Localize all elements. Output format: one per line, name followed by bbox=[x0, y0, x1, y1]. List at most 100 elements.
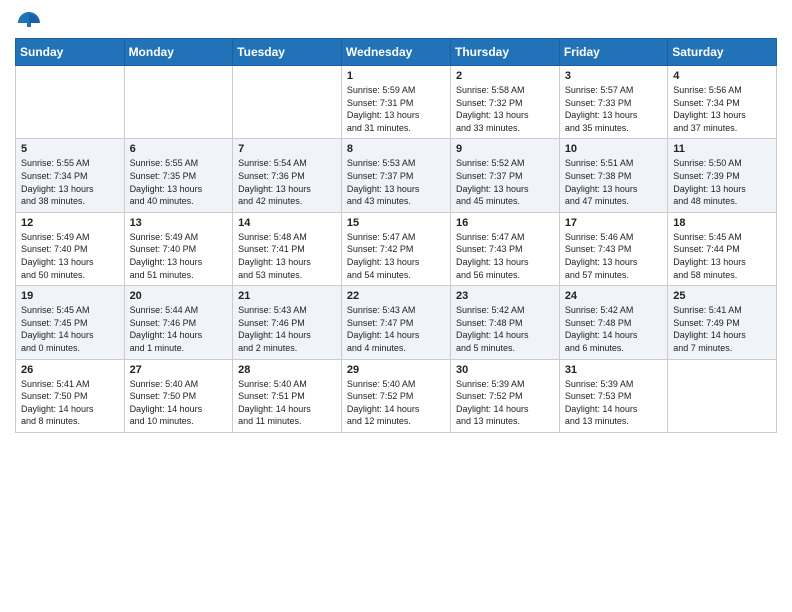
calendar-week-row: 12 Sunrise: 5:49 AM Sunset: 7:40 PM Dayli… bbox=[16, 212, 777, 285]
day-info: Sunrise: 5:41 AM Sunset: 7:49 PM Dayligh… bbox=[673, 304, 771, 354]
day-info: Sunrise: 5:59 AM Sunset: 7:31 PM Dayligh… bbox=[347, 84, 445, 134]
day-info: Sunrise: 5:41 AM Sunset: 7:50 PM Dayligh… bbox=[21, 378, 119, 428]
day-number: 18 bbox=[673, 217, 771, 229]
empty-day-cell bbox=[124, 66, 233, 139]
day-info: Sunrise: 5:54 AM Sunset: 7:36 PM Dayligh… bbox=[238, 157, 336, 207]
day-number: 21 bbox=[238, 290, 336, 302]
empty-day-cell bbox=[233, 66, 342, 139]
calendar-day-cell: 6Sunrise: 5:55 AM Sunset: 7:35 PM Daylig… bbox=[124, 139, 233, 212]
day-info: Sunrise: 5:40 AM Sunset: 7:50 PM Dayligh… bbox=[130, 378, 228, 428]
day-number: 9 bbox=[456, 143, 554, 155]
calendar-day-cell: 25 Sunrise: 5:41 AM Sunset: 7:49 PM Dayli… bbox=[668, 286, 777, 359]
calendar-day-cell: 17 Sunrise: 5:46 AM Sunset: 7:43 PM Dayli… bbox=[559, 212, 667, 285]
calendar-day-cell: 15 Sunrise: 5:47 AM Sunset: 7:42 PM Dayli… bbox=[341, 212, 450, 285]
day-info: Sunrise: 5:44 AM Sunset: 7:46 PM Dayligh… bbox=[130, 304, 228, 354]
calendar-day-cell: 5 Sunrise: 5:55 AM Sunset: 7:34 PM Daylig… bbox=[16, 139, 125, 212]
day-info: Sunrise: 5:43 AM Sunset: 7:46 PM Dayligh… bbox=[238, 304, 336, 354]
day-number: 26 bbox=[21, 364, 119, 376]
day-number: 12 bbox=[21, 217, 119, 229]
day-number: 4 bbox=[673, 70, 771, 82]
day-header-monday: Monday bbox=[124, 39, 233, 66]
calendar-day-cell: 11 Sunrise: 5:50 AM Sunset: 7:39 PM Dayli… bbox=[668, 139, 777, 212]
day-header-saturday: Saturday bbox=[668, 39, 777, 66]
day-header-thursday: Thursday bbox=[450, 39, 559, 66]
day-number: 17 bbox=[565, 217, 662, 229]
day-info: Sunrise: 5:43 AM Sunset: 7:47 PM Dayligh… bbox=[347, 304, 445, 354]
calendar-week-row: 1 Sunrise: 5:59 AM Sunset: 7:31 PM Daylig… bbox=[16, 66, 777, 139]
calendar-week-row: 5 Sunrise: 5:55 AM Sunset: 7:34 PM Daylig… bbox=[16, 139, 777, 212]
day-info: Sunrise: 5:40 AM Sunset: 7:51 PM Dayligh… bbox=[238, 378, 336, 428]
day-number: 1 bbox=[347, 70, 445, 82]
calendar-day-cell: 24Sunrise: 5:42 AM Sunset: 7:48 PM Dayli… bbox=[559, 286, 667, 359]
day-info: Sunrise: 5:51 AM Sunset: 7:38 PM Dayligh… bbox=[565, 157, 662, 207]
day-number: 30 bbox=[456, 364, 554, 376]
calendar-day-cell: 9 Sunrise: 5:52 AM Sunset: 7:37 PM Daylig… bbox=[450, 139, 559, 212]
day-info: Sunrise: 5:42 AM Sunset: 7:48 PM Dayligh… bbox=[456, 304, 554, 354]
day-number: 13 bbox=[130, 217, 228, 229]
calendar-day-cell: 31 Sunrise: 5:39 AM Sunset: 7:53 PM Dayli… bbox=[559, 359, 667, 432]
calendar-day-cell: 28 Sunrise: 5:40 AM Sunset: 7:51 PM Dayli… bbox=[233, 359, 342, 432]
day-info: Sunrise: 5:50 AM Sunset: 7:39 PM Dayligh… bbox=[673, 157, 771, 207]
page-header bbox=[15, 10, 777, 30]
calendar-day-cell: 4 Sunrise: 5:56 AM Sunset: 7:34 PM Daylig… bbox=[668, 66, 777, 139]
day-info: Sunrise: 5:45 AM Sunset: 7:44 PM Dayligh… bbox=[673, 231, 771, 281]
day-info: Sunrise: 5:56 AM Sunset: 7:34 PM Dayligh… bbox=[673, 84, 771, 134]
day-info: Sunrise: 5:47 AM Sunset: 7:42 PM Dayligh… bbox=[347, 231, 445, 281]
calendar-day-cell: 19Sunrise: 5:45 AM Sunset: 7:45 PM Dayli… bbox=[16, 286, 125, 359]
day-number: 7 bbox=[238, 143, 336, 155]
calendar-table: SundayMondayTuesdayWednesdayThursdayFrid… bbox=[15, 38, 777, 433]
empty-day-cell bbox=[16, 66, 125, 139]
day-number: 29 bbox=[347, 364, 445, 376]
day-info: Sunrise: 5:39 AM Sunset: 7:53 PM Dayligh… bbox=[565, 378, 662, 428]
day-number: 6 bbox=[130, 143, 228, 155]
day-info: Sunrise: 5:57 AM Sunset: 7:33 PM Dayligh… bbox=[565, 84, 662, 134]
day-number: 5 bbox=[21, 143, 119, 155]
calendar-day-cell: 21 Sunrise: 5:43 AM Sunset: 7:46 PM Dayli… bbox=[233, 286, 342, 359]
day-info: Sunrise: 5:55 AM Sunset: 7:34 PM Dayligh… bbox=[21, 157, 119, 207]
day-number: 10 bbox=[565, 143, 662, 155]
calendar-day-cell: 12 Sunrise: 5:49 AM Sunset: 7:40 PM Dayli… bbox=[16, 212, 125, 285]
day-number: 3 bbox=[565, 70, 662, 82]
calendar-day-cell: 1 Sunrise: 5:59 AM Sunset: 7:31 PM Daylig… bbox=[341, 66, 450, 139]
day-number: 15 bbox=[347, 217, 445, 229]
day-info: Sunrise: 5:52 AM Sunset: 7:37 PM Dayligh… bbox=[456, 157, 554, 207]
calendar-day-cell: 26 Sunrise: 5:41 AM Sunset: 7:50 PM Dayli… bbox=[16, 359, 125, 432]
day-number: 11 bbox=[673, 143, 771, 155]
day-number: 27 bbox=[130, 364, 228, 376]
day-number: 14 bbox=[238, 217, 336, 229]
day-number: 25 bbox=[673, 290, 771, 302]
calendar-day-cell: 3 Sunrise: 5:57 AM Sunset: 7:33 PM Daylig… bbox=[559, 66, 667, 139]
day-header-sunday: Sunday bbox=[16, 39, 125, 66]
calendar-day-cell: 10 Sunrise: 5:51 AM Sunset: 7:38 PM Dayli… bbox=[559, 139, 667, 212]
calendar-day-cell: 13 Sunrise: 5:49 AM Sunset: 7:40 PM Dayli… bbox=[124, 212, 233, 285]
day-info: Sunrise: 5:40 AM Sunset: 7:52 PM Dayligh… bbox=[347, 378, 445, 428]
day-number: 19 bbox=[21, 290, 119, 302]
calendar-day-cell: 18 Sunrise: 5:45 AM Sunset: 7:44 PM Dayli… bbox=[668, 212, 777, 285]
empty-day-cell bbox=[668, 359, 777, 432]
logo-icon bbox=[15, 10, 43, 30]
calendar-day-cell: 22 Sunrise: 5:43 AM Sunset: 7:47 PM Dayli… bbox=[341, 286, 450, 359]
day-number: 20 bbox=[130, 290, 228, 302]
day-info: Sunrise: 5:58 AM Sunset: 7:32 PM Dayligh… bbox=[456, 84, 554, 134]
day-info: Sunrise: 5:42 AM Sunset: 7:48 PM Dayligh… bbox=[565, 304, 662, 354]
day-info: Sunrise: 5:46 AM Sunset: 7:43 PM Dayligh… bbox=[565, 231, 662, 281]
day-number: 23 bbox=[456, 290, 554, 302]
logo bbox=[15, 10, 47, 30]
calendar-day-cell: 7 Sunrise: 5:54 AM Sunset: 7:36 PM Daylig… bbox=[233, 139, 342, 212]
day-info: Sunrise: 5:49 AM Sunset: 7:40 PM Dayligh… bbox=[21, 231, 119, 281]
day-info: Sunrise: 5:49 AM Sunset: 7:40 PM Dayligh… bbox=[130, 231, 228, 281]
calendar-header-row: SundayMondayTuesdayWednesdayThursdayFrid… bbox=[16, 39, 777, 66]
day-number: 2 bbox=[456, 70, 554, 82]
calendar-day-cell: 29 Sunrise: 5:40 AM Sunset: 7:52 PM Dayli… bbox=[341, 359, 450, 432]
day-number: 31 bbox=[565, 364, 662, 376]
calendar-week-row: 19Sunrise: 5:45 AM Sunset: 7:45 PM Dayli… bbox=[16, 286, 777, 359]
calendar-day-cell: 8 Sunrise: 5:53 AM Sunset: 7:37 PM Daylig… bbox=[341, 139, 450, 212]
day-header-friday: Friday bbox=[559, 39, 667, 66]
day-number: 22 bbox=[347, 290, 445, 302]
calendar-day-cell: 23 Sunrise: 5:42 AM Sunset: 7:48 PM Dayli… bbox=[450, 286, 559, 359]
day-number: 16 bbox=[456, 217, 554, 229]
day-info: Sunrise: 5:48 AM Sunset: 7:41 PM Dayligh… bbox=[238, 231, 336, 281]
day-info: Sunrise: 5:53 AM Sunset: 7:37 PM Dayligh… bbox=[347, 157, 445, 207]
day-number: 8 bbox=[347, 143, 445, 155]
day-number: 28 bbox=[238, 364, 336, 376]
